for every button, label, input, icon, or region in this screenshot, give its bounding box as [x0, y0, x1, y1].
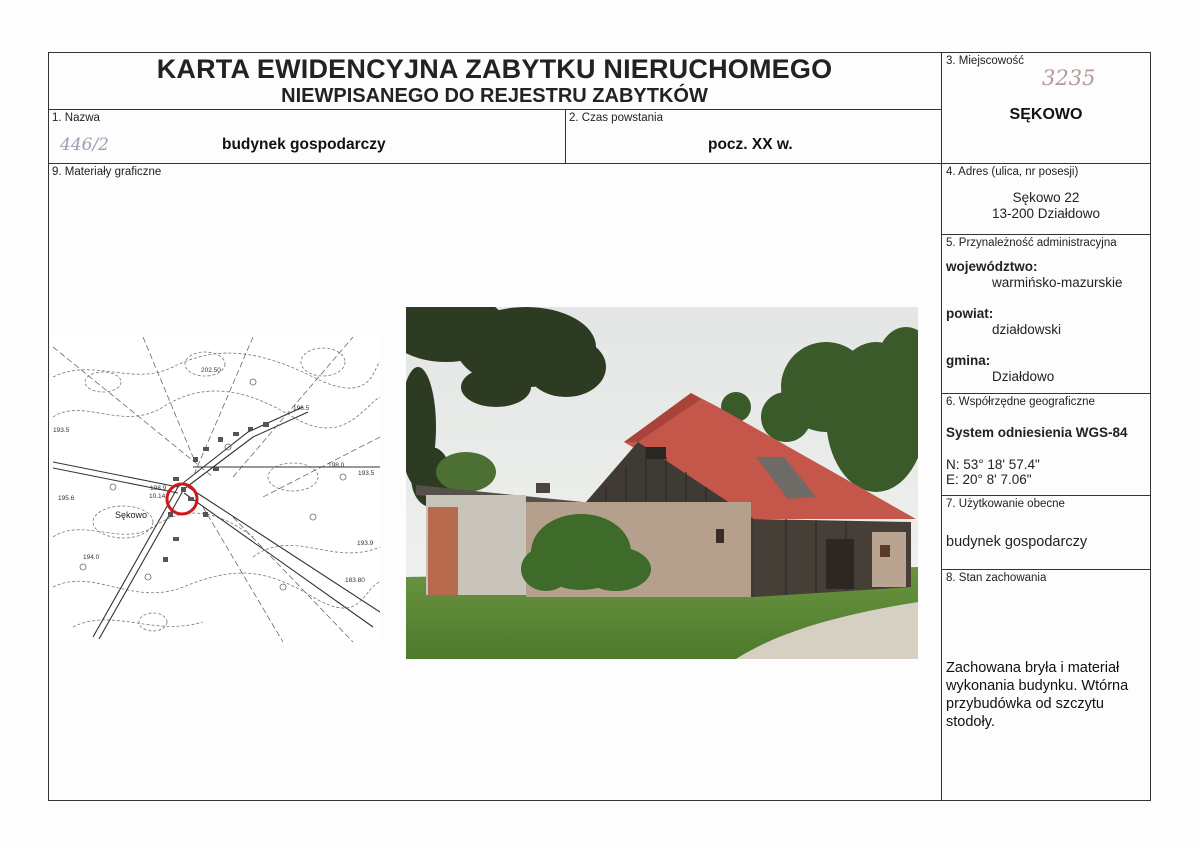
coordinate-e: E: 20° 8' 7.06"	[946, 472, 1032, 487]
spot-height: 193.5	[358, 470, 375, 477]
condition-description: Zachowana bryła i materiał wykonania bud…	[946, 659, 1146, 731]
divider	[565, 109, 566, 163]
spot-height: 193.9	[357, 540, 374, 547]
field-label-materialy: 9. Materiały graficzne	[52, 166, 162, 178]
address-line-1: Sękowo 22	[1012, 190, 1080, 205]
field-value-nazwa: budynek gospodarczy	[222, 136, 386, 153]
spot-height: 193.5	[53, 427, 70, 434]
condition-line: Zachowana bryła i materiał	[946, 660, 1120, 676]
spot-height: 183.80	[345, 577, 365, 584]
field-label-wspolrzedne: 6. Współrzędne geograficzne	[946, 396, 1095, 408]
gmina-label: gmina:	[946, 353, 991, 368]
divider	[941, 52, 942, 801]
spot-height: 194.0	[83, 554, 100, 561]
field-label-stan: 8. Stan zachowania	[946, 572, 1047, 584]
spot-height: 195.6	[58, 495, 75, 502]
field-label-nazwa: 1. Nazwa	[52, 112, 100, 124]
handwritten-ref-nazwa: 446/2	[60, 135, 109, 155]
divider	[941, 393, 1151, 394]
divider	[48, 109, 941, 110]
field-label-uzytkowanie: 7. Użytkowanie obecne	[946, 498, 1065, 510]
condition-line: wykonania budynku. Wtórna	[946, 678, 1129, 694]
wojewodztwo-value: warmińsko-mazurskie	[992, 275, 1123, 290]
field-value-czas: pocz. XX w.	[708, 136, 793, 153]
powiat-label: powiat:	[946, 306, 994, 321]
gmina-value: Działdowo	[992, 369, 1055, 384]
coordinate-n: N: 53° 18' 57.4"	[946, 457, 1040, 472]
spot-height: 202.50	[201, 367, 221, 374]
location-map: 202.50 196.5 198.0 193.5 195.6 193.5 198…	[53, 337, 380, 642]
coordinate-system: System odniesienia WGS-84	[946, 425, 1128, 440]
spot-height: 198.0	[328, 462, 345, 469]
topographic-map: 202.50 196.5 198.0 193.5 195.6 193.5 198…	[53, 337, 380, 642]
map-place-label: Sękowo	[115, 510, 147, 520]
condition-line: przybudówka od szczytu	[946, 696, 1104, 712]
record-card: KARTA EWIDENCYJNA ZABYTKU NIERUCHOMEGO N…	[0, 0, 1199, 846]
field-label-miejscowosc: 3. Miejscowość	[946, 55, 1024, 67]
divider	[941, 569, 1151, 570]
page-subtitle: NIEWPISANEGO DO REJESTRU ZABYTKÓW	[281, 85, 708, 107]
building-photo	[406, 307, 918, 659]
handwritten-ref-miejscowosc: 3235	[1042, 66, 1096, 90]
field-label-przynaleznosc: 5. Przynależność administracyjna	[946, 237, 1117, 249]
address-line-2: 13-200 Działdowo	[991, 206, 1101, 221]
field-value-miejscowosc: SĘKOWO	[1009, 106, 1083, 123]
condition-line: stodoły.	[946, 714, 995, 730]
page-title: KARTA EWIDENCYJNA ZABYTKU NIERUCHOMEGO	[156, 54, 833, 84]
spot-height: 198.9	[150, 485, 167, 492]
spot-height: 196.5	[293, 405, 310, 412]
wojewodztwo-label: województwo:	[946, 259, 1038, 274]
field-value-uzytkowanie: budynek gospodarczy	[946, 534, 1088, 550]
divider	[941, 495, 1151, 496]
spot-height: 10.14	[149, 493, 166, 500]
field-label-adres: 4. Adres (ulica, nr posesji)	[946, 166, 1079, 178]
powiat-value: działdowski	[992, 322, 1062, 337]
divider	[941, 234, 1151, 235]
field-label-czas: 2. Czas powstania	[569, 112, 663, 124]
barn-illustration	[406, 307, 918, 659]
divider	[48, 163, 1151, 164]
